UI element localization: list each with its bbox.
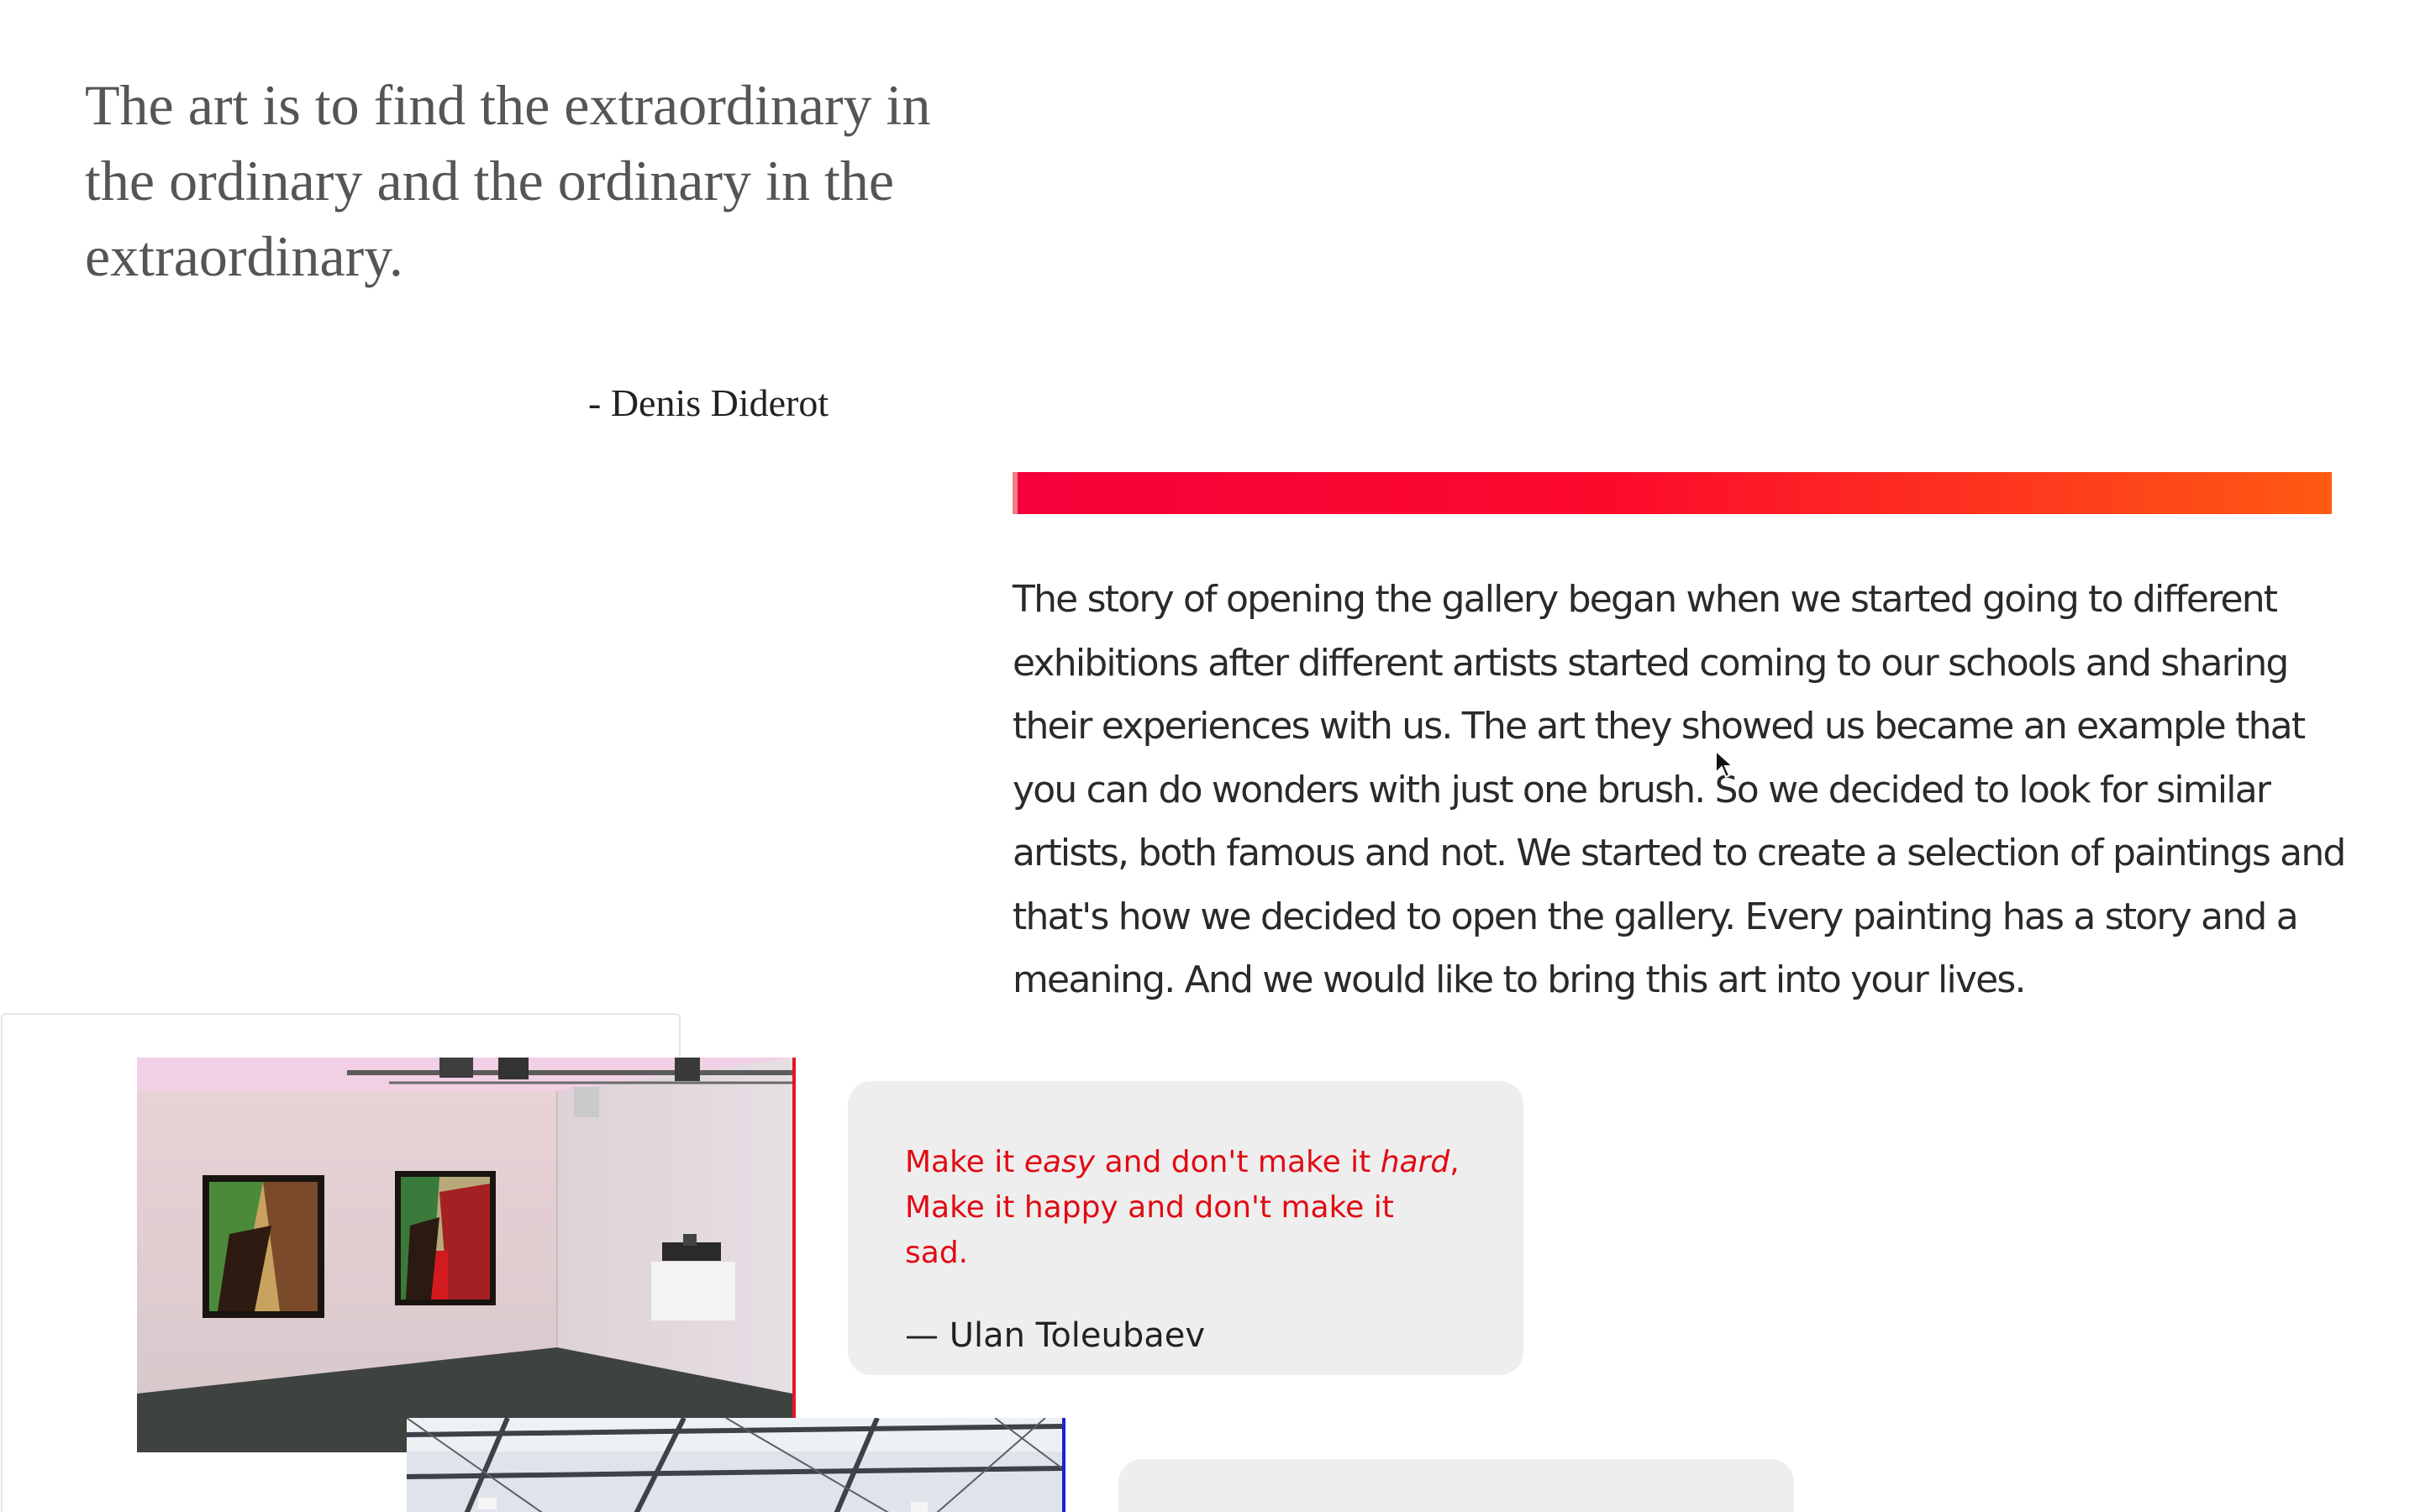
gallery-photo-exhibition-room[interactable] xyxy=(137,1058,796,1452)
gallery-story-text: The story of opening the gallery began w… xyxy=(1013,578,2346,1001)
testimonial-quote-text: Make it xyxy=(905,1145,1024,1179)
testimonial-card: Make it easy and don't make it hard, Make… xyxy=(848,1081,1523,1375)
mouse-pointer-icon xyxy=(1715,749,1734,779)
testimonial-author: — Ulan Toleubaev xyxy=(905,1316,1206,1355)
gallery-photo-glass-roof[interactable] xyxy=(407,1418,1065,1512)
exhibition-room-image xyxy=(137,1058,792,1452)
gradient-divider-bar xyxy=(1013,472,2332,514)
testimonial-card-2 xyxy=(1118,1459,1794,1512)
hero-quote-author: - Denis Diderot xyxy=(588,381,829,424)
testimonial-quote-line-2: Make it happy and don't make it sad. xyxy=(905,1190,1394,1270)
testimonial-quote-text: and don't make it xyxy=(1095,1145,1381,1179)
hero-quote: The art is to find the extraordinary in … xyxy=(85,73,931,288)
testimonial-quote-text: , xyxy=(1449,1145,1460,1179)
testimonial-quote-emphasis: easy xyxy=(1023,1145,1096,1179)
testimonial-quote-emphasis: hard xyxy=(1380,1145,1450,1179)
testimonial-quote: Make it easy and don't make it hard, Make… xyxy=(905,1140,1466,1276)
glass-roof-image xyxy=(407,1418,1062,1512)
